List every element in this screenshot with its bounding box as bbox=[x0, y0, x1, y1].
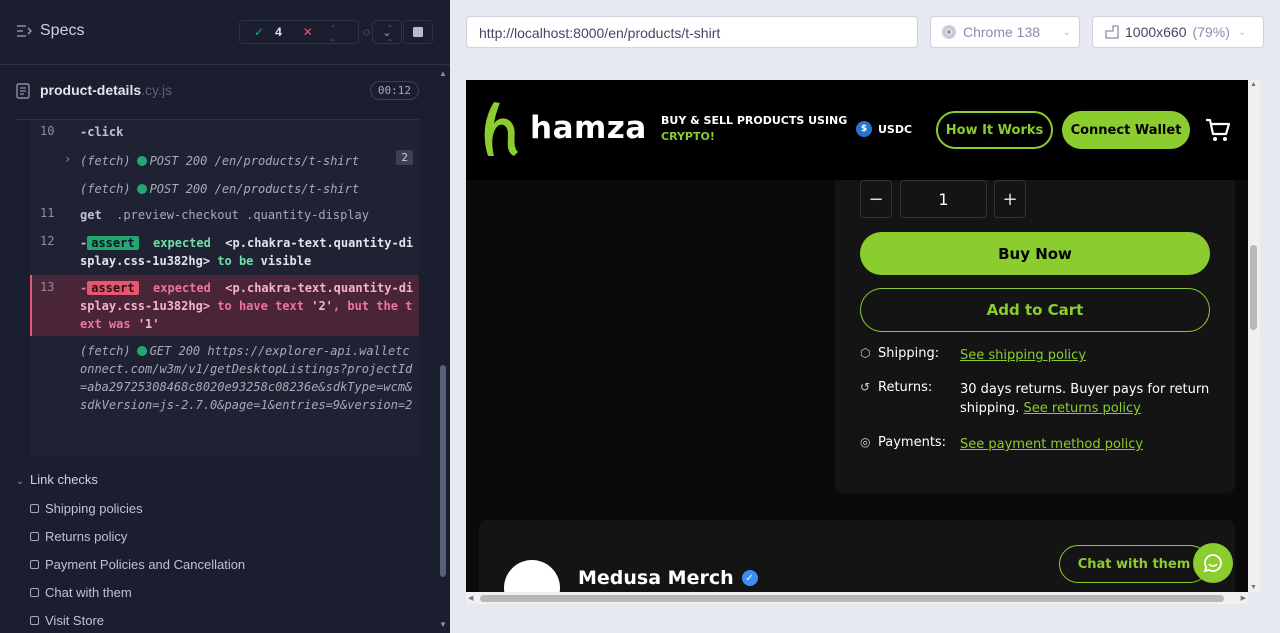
reporter-scrollbar[interactable]: ▲ ▼ bbox=[437, 65, 450, 633]
viewport-selector[interactable]: 1000x660 (79%) ⌄ bbox=[1092, 16, 1264, 48]
specs-toggle[interactable]: Specs bbox=[16, 22, 84, 40]
arrow-left-icon[interactable]: ◀ bbox=[468, 594, 473, 602]
browser-selector[interactable]: Chrome 138 ⌄ bbox=[930, 16, 1080, 48]
currency-selector[interactable]: $ USDC bbox=[856, 121, 912, 137]
test-item[interactable]: Chat with them bbox=[30, 585, 132, 600]
reporter-header: Specs ✓ 4 ✕ -- ◌ -- ⌄ bbox=[0, 0, 450, 65]
store-avatar[interactable] bbox=[504, 560, 560, 592]
quantity-decrease-button[interactable]: − bbox=[860, 180, 892, 218]
passed-count: ✓ 4 bbox=[240, 25, 289, 39]
scroll-thumb[interactable] bbox=[480, 595, 1224, 602]
count-badge: 2 bbox=[396, 150, 413, 165]
site-header: hamza BUY & SELL PRODUCTS USING CRYPTO! … bbox=[466, 80, 1248, 180]
plus-icon: + bbox=[1002, 188, 1018, 210]
list-icon bbox=[17, 25, 32, 37]
command-row[interactable]: (fetch) POST 200 /en/products/t-shirt bbox=[30, 178, 419, 202]
return-icon: ↺ bbox=[860, 380, 871, 394]
arrow-up-icon[interactable]: ▲ bbox=[439, 69, 447, 78]
quantity-increase-button[interactable]: + bbox=[994, 180, 1026, 218]
chat-fab-button[interactable] bbox=[1193, 543, 1233, 583]
payments-row: ◎ Payments: See payment method policy bbox=[860, 435, 1144, 452]
logo-text[interactable]: hamza bbox=[530, 110, 647, 146]
stop-icon bbox=[413, 27, 423, 37]
document-icon bbox=[16, 83, 30, 99]
test-item[interactable]: Shipping policies bbox=[30, 501, 143, 516]
box-icon: ⬡ bbox=[860, 346, 871, 360]
status-dot-icon bbox=[136, 156, 147, 166]
check-icon: ✓ bbox=[254, 25, 265, 39]
test-item[interactable]: Visit Store bbox=[30, 613, 104, 628]
spec-name[interactable]: product-details.cy.js bbox=[40, 82, 172, 98]
arrow-down-icon[interactable]: ▼ bbox=[1250, 584, 1257, 591]
shipping-row: ⬡ Shipping: See shipping policy bbox=[860, 346, 1087, 363]
payment-policy-link[interactable]: See payment method policy bbox=[960, 437, 1143, 452]
minus-icon: − bbox=[868, 188, 884, 210]
command-row[interactable]: 11 get .preview-checkout .quantity-displ… bbox=[30, 204, 419, 226]
chat-with-them-button[interactable]: Chat with them bbox=[1059, 545, 1209, 583]
purchase-card: − 1 + Buy Now Add to Cart ⬡ Shipping: Se… bbox=[835, 180, 1235, 493]
returns-row: ↺ Returns: 30 days returns. Buyer pays f… bbox=[860, 380, 1210, 416]
test-item[interactable]: Returns policy bbox=[30, 529, 127, 544]
app-vertical-scrollbar[interactable]: ▲ ▼ bbox=[1248, 80, 1260, 592]
arrow-down-icon[interactable]: ▼ bbox=[439, 620, 447, 629]
shipping-policy-link[interactable]: See shipping policy bbox=[960, 348, 1086, 363]
verified-icon: ✓ bbox=[741, 570, 758, 586]
url-bar[interactable]: http://localhost:8000/en/products/t-shir… bbox=[466, 16, 918, 48]
failed-count: ✕ -- bbox=[289, 18, 349, 46]
checkbox-icon bbox=[30, 504, 39, 513]
command-row[interactable]: 10 -click bbox=[30, 120, 419, 144]
failed-command-row[interactable]: 13 - assert expected <p.chakra-text.quant… bbox=[30, 275, 419, 336]
tagline: BUY & SELL PRODUCTS USING CRYPTO! bbox=[661, 114, 848, 143]
usdc-icon: $ bbox=[856, 121, 872, 137]
expand-button[interactable]: ⌄ bbox=[372, 20, 402, 44]
arrow-up-icon[interactable]: ▲ bbox=[1250, 81, 1257, 88]
logo-icon bbox=[484, 102, 518, 156]
chevron-down-icon: ⌄ bbox=[1062, 26, 1071, 38]
scroll-thumb[interactable] bbox=[440, 365, 446, 577]
add-to-cart-button[interactable]: Add to Cart bbox=[860, 288, 1210, 332]
command-log: 10 -click › (fetch) POST 200 /en/products… bbox=[30, 120, 419, 455]
spec-header: product-details.cy.js 00:12 bbox=[16, 78, 419, 104]
spec-timer: 00:12 bbox=[369, 81, 419, 100]
command-row[interactable]: 12 - assert expected <p.chakra-text.quant… bbox=[30, 232, 419, 274]
checkbox-icon bbox=[30, 616, 39, 625]
status-dot-icon bbox=[136, 346, 147, 356]
store-name[interactable]: Medusa Merch ✓ bbox=[578, 567, 758, 589]
app-horizontal-scrollbar[interactable]: ◀ ▶ bbox=[466, 592, 1248, 604]
chevron-down-icon: ⌄ bbox=[16, 476, 25, 487]
scroll-thumb[interactable] bbox=[1250, 245, 1257, 330]
app-under-test: hamza BUY & SELL PRODUCTS USING CRYPTO! … bbox=[466, 80, 1248, 592]
coin-icon: ◎ bbox=[860, 435, 871, 449]
how-it-works-button[interactable]: How It Works bbox=[936, 111, 1053, 149]
arrow-right-icon[interactable]: ▶ bbox=[1241, 594, 1246, 602]
status-dot-icon bbox=[136, 184, 147, 194]
cross-icon: ✕ bbox=[302, 25, 313, 39]
app-preview-panel: http://localhost:8000/en/products/t-shir… bbox=[450, 0, 1280, 633]
command-row[interactable]: › (fetch) POST 200 /en/products/t-shirt 2 bbox=[30, 148, 419, 174]
ruler-icon bbox=[1105, 25, 1119, 39]
chevron-right-icon: › bbox=[64, 152, 72, 166]
suite-link-checks[interactable]: ⌄ Link checks bbox=[16, 472, 98, 487]
checkbox-icon bbox=[30, 532, 39, 541]
chrome-icon bbox=[942, 25, 956, 39]
quantity-display: 1 bbox=[900, 180, 987, 218]
test-item[interactable]: Payment Policies and Cancellation bbox=[30, 557, 245, 572]
checkbox-icon bbox=[30, 588, 39, 597]
returns-policy-link[interactable]: See returns policy bbox=[1024, 401, 1141, 416]
store-card: Medusa Merch ✓ Chat with them bbox=[479, 520, 1235, 592]
chat-bubble-icon bbox=[1203, 554, 1222, 573]
stop-button[interactable] bbox=[403, 20, 433, 44]
chevron-down-icon: ⌄ bbox=[1237, 26, 1247, 38]
checkbox-icon bbox=[30, 560, 39, 569]
command-row[interactable]: (fetch) GET 200 https://explorer-api.wall… bbox=[30, 340, 419, 454]
cart-icon[interactable] bbox=[1204, 116, 1232, 144]
specs-title: Specs bbox=[40, 22, 85, 39]
chevron-down-icon: ⌄ bbox=[382, 26, 392, 39]
buy-now-button[interactable]: Buy Now bbox=[860, 232, 1210, 275]
reporter-panel: Specs ✓ 4 ✕ -- ◌ -- ⌄ product-details.cy.js… bbox=[0, 0, 450, 633]
test-stats: ✓ 4 ✕ -- ◌ -- bbox=[239, 18, 392, 46]
connect-wallet-button[interactable]: Connect Wallet bbox=[1062, 111, 1190, 149]
